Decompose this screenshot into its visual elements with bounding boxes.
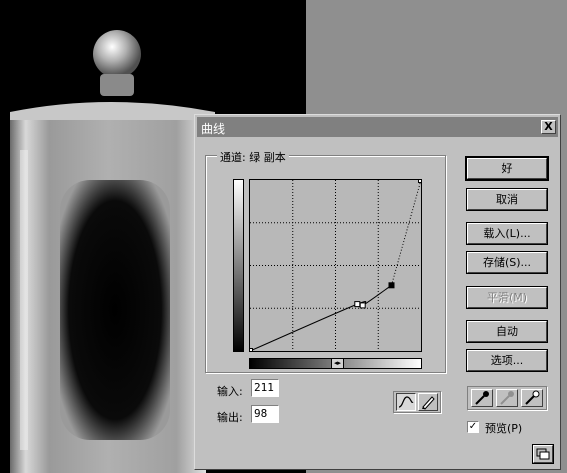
white-eyedropper-icon[interactable] xyxy=(521,389,543,407)
output-field[interactable]: 98 xyxy=(251,405,279,423)
curve-dotted-extension xyxy=(391,179,422,286)
dialog-titlebar[interactable]: 曲线 X xyxy=(197,117,558,137)
curve-tool-group xyxy=(393,391,441,413)
checkmark-icon: ✓ xyxy=(468,421,478,432)
input-field[interactable]: 211 xyxy=(251,379,279,397)
save-button[interactable]: 存储(S)... xyxy=(466,251,548,274)
options-button[interactable]: 选项... xyxy=(466,349,548,372)
preview-label: 预览(P) xyxy=(485,422,523,435)
control-point[interactable] xyxy=(247,348,253,354)
grid-lines xyxy=(250,180,421,351)
resize-icon[interactable] xyxy=(532,444,554,464)
pencil-icon[interactable] xyxy=(418,393,438,411)
smooth-button[interactable]: 平滑(M) xyxy=(466,286,548,309)
dialog-title: 曲线 xyxy=(201,122,226,136)
curve-line[interactable] xyxy=(249,284,392,352)
curves-graph[interactable] xyxy=(247,177,424,354)
channel-label: 通道: 绿 副本 xyxy=(217,149,289,165)
black-eyedropper-icon[interactable] xyxy=(471,389,493,407)
preview-checkbox[interactable]: ✓ xyxy=(467,421,479,433)
close-icon: X xyxy=(544,120,553,133)
load-button[interactable]: 载入(L)... xyxy=(466,222,548,245)
cancel-button[interactable]: 取消 xyxy=(466,188,548,211)
eyedropper-group xyxy=(467,386,547,410)
selected-control-point[interactable] xyxy=(388,282,395,289)
output-label: 输出: xyxy=(217,411,243,424)
control-point[interactable] xyxy=(359,302,366,309)
control-point[interactable] xyxy=(418,177,424,183)
auto-button[interactable]: 自动 xyxy=(466,320,548,343)
close-button[interactable]: X xyxy=(541,120,556,134)
input-label: 输入: xyxy=(217,385,243,398)
ok-button[interactable]: 好 xyxy=(465,156,549,181)
control-point[interactable] xyxy=(354,301,361,308)
output-gradient-bar xyxy=(233,179,244,352)
gradient-toggle-icon[interactable]: ◂▸ xyxy=(331,358,344,369)
gray-eyedropper-icon[interactable] xyxy=(496,389,518,407)
curve-tool-icon[interactable] xyxy=(396,393,416,411)
control-points xyxy=(247,177,424,354)
curves-graph-svg xyxy=(247,177,424,354)
curves-dialog: 曲线 X 通道: 绿 副本 ◂▸ 输入: 211 输出: 98 好 取消 载入(… xyxy=(194,114,561,470)
